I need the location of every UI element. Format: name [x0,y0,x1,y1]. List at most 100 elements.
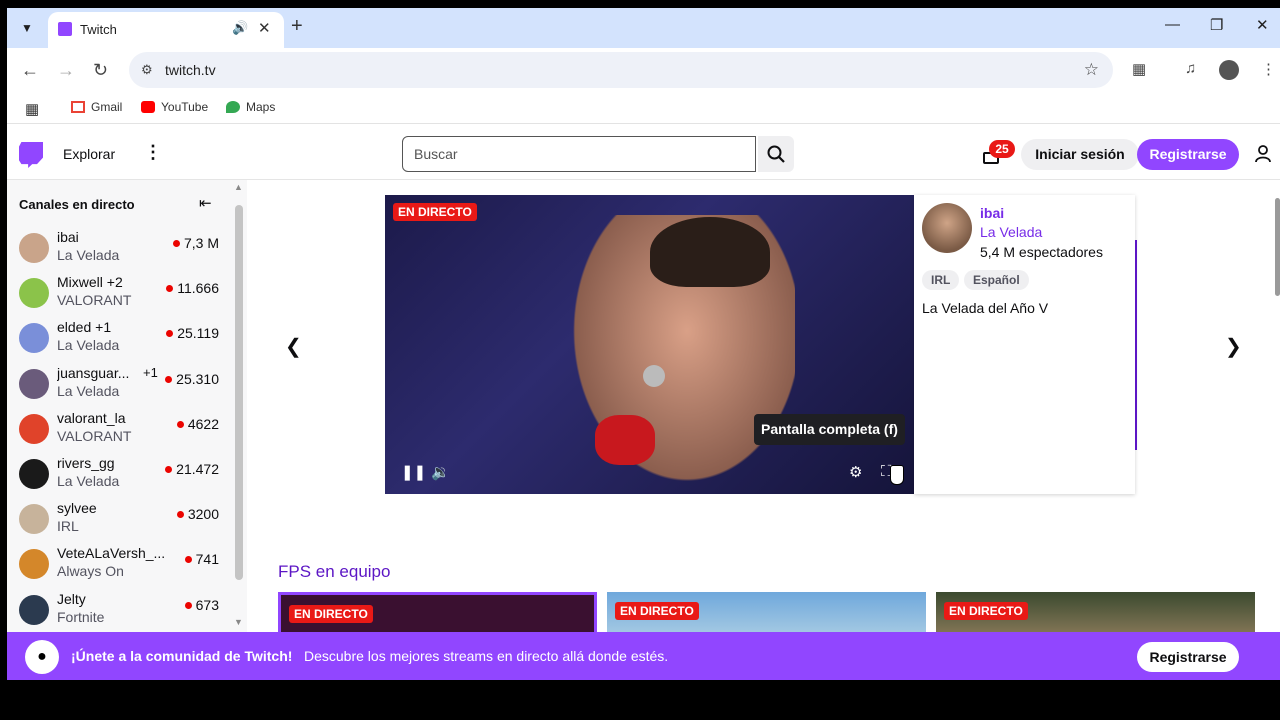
viewer-count: 4622 [187,415,219,432]
bookmark-gmail[interactable]: Gmail [71,100,122,114]
live-badge: EN DIRECTO [944,602,1028,620]
channel-item[interactable]: Jelty Fortnite 673 [7,589,233,632]
restore-icon[interactable]: ❐ [1210,16,1223,34]
channel-item[interactable]: ibai La Velada 7,3 M [7,227,233,272]
channel-item[interactable]: valorant_la VALORANT 4622 [7,408,233,453]
channel-item[interactable]: VeteALaVersh_... Always On 741 [7,543,233,588]
bookmark-label: YouTube [161,100,209,114]
profile-avatar[interactable] [1219,60,1239,80]
notification-badge: 25 [989,140,1015,158]
glitch-mascot-icon: ● [25,640,59,674]
volume-icon[interactable]: 🔉 [431,463,450,481]
reload-icon[interactable]: ↻ [93,60,108,81]
channel-item[interactable]: sylvee IRL 3200 [7,498,233,543]
new-tab-icon[interactable]: + [291,15,303,38]
viewer-count: 25.119 [177,325,219,342]
banner-title: ¡Únete a la comunidad de Twitch! [71,648,293,664]
search-button[interactable] [758,136,794,172]
scroll-down-icon[interactable]: ▼ [234,617,243,627]
sidebar-scrollbar[interactable] [235,205,243,580]
tag-irl[interactable]: IRL [922,270,960,290]
bookmark-star-icon[interactable]: ☆ [1084,60,1099,80]
viewer-count: 5,4 M espectadores [980,244,1103,260]
carousel-prev-icon[interactable]: ❮ [285,334,302,359]
channel-name[interactable]: ibai [980,205,1004,221]
tab-search-icon[interactable]: ▼ [15,16,39,40]
viewer-count: 673 [195,596,219,613]
channel-game: La Velada [57,473,120,489]
live-badge: EN DIRECTO [615,602,699,620]
channel-game: La Velada [57,247,120,263]
user-icon[interactable] [1255,145,1271,163]
channel-name: Jelty [57,590,86,607]
extensions-icon[interactable]: ▦ [1132,60,1146,78]
banner-signup-button[interactable]: Registrarse [1137,642,1239,672]
back-icon[interactable]: ← [21,60,39,81]
sidebar-header: Canales en directo [19,197,135,212]
channel-name: elded +1 [57,319,112,336]
more-options-icon[interactable]: ⋮ [144,142,162,163]
bookmarks-bar: ▦ Gmail YouTube Maps [7,92,1280,124]
site-info-icon[interactable]: ⚙ [141,62,153,78]
stream-info-card: ibai La Velada 5,4 M espectadores IRL Es… [914,195,1135,494]
tag-espanol[interactable]: Español [964,270,1029,290]
signup-button[interactable]: Registrarse [1137,139,1239,170]
viewer-count: 25.310 [176,370,219,387]
live-dot-icon [184,556,192,564]
stream-video-detail [650,217,770,287]
channel-game: VALORANT [57,427,132,444]
twitch-top-nav: Explorar ⋮ Buscar 25 Iniciar sesión Regi… [7,128,1280,180]
video-player[interactable]: EN DIRECTO Pantalla completa (f) ❚❚ 🔉 ⚙ … [385,195,914,494]
settings-gear-icon[interactable]: ⚙ [849,463,862,481]
browser-window: ▼ Twitch 🔊 ✕ + — ❐ ✕ ← → ↻ ⚙ twitch.tv ☆… [7,8,1280,680]
tab-twitch[interactable]: Twitch 🔊 ✕ [48,12,284,48]
media-control-icon[interactable]: ♫ [1185,60,1196,77]
browser-menu-icon[interactable]: ⋮ [1261,60,1276,78]
channel-avatar [19,323,49,354]
channel-name: ibai [57,229,79,245]
card-edge [1135,240,1137,450]
minimize-icon[interactable]: — [1165,16,1180,33]
viewer-count: 3200 [187,506,219,523]
pause-icon[interactable]: ❚❚ [401,463,426,481]
channel-item[interactable]: rivers_gg La Velada 21.472 [7,453,233,498]
section-title[interactable]: FPS en equipo [278,562,390,582]
channel-item[interactable]: elded +1 La Velada 25.119 [7,317,233,362]
channel-item[interactable]: juansguar... +1 La Velada 25.310 [7,363,233,408]
live-dot-icon [165,375,173,383]
url-text: twitch.tv [165,62,216,78]
scroll-up-icon[interactable]: ▲ [234,182,243,192]
channel-game: IRL [57,518,79,535]
speaker-icon[interactable]: 🔊 [232,20,248,36]
channel-game: VALORANT [57,292,132,309]
login-button[interactable]: Iniciar sesión [1021,139,1139,170]
fullscreen-tooltip: Pantalla completa (f) [754,414,905,445]
viewer-count: 741 [195,551,219,568]
sidebar: Canales en directo ⇤ ibai La Velada 7,3 M M… [7,180,247,632]
live-dot-icon [176,420,184,428]
banner-text: Descubre los mejores streams en directo … [304,648,669,664]
bookmark-maps[interactable]: Maps [226,100,275,114]
collapse-sidebar-icon[interactable]: ⇤ [199,194,212,212]
search-input[interactable]: Buscar [402,136,756,172]
address-bar[interactable]: ⚙ twitch.tv ☆ [129,52,1113,88]
stream-title: La Velada del Año V [922,300,1049,316]
category-link[interactable]: La Velada [980,224,1042,240]
stream-video-detail [643,365,665,387]
forward-icon[interactable]: → [57,60,75,81]
signup-banner: ● ¡Únete a la comunidad de Twitch! Descu… [7,632,1280,680]
channel-avatar [19,368,49,399]
twitch-logo-icon[interactable] [19,142,43,168]
apps-grid-icon[interactable]: ▦ [25,100,39,118]
channel-item[interactable]: Mixwell +2 VALORANT 11.666 [7,272,233,317]
page-scrollbar[interactable] [1275,198,1280,296]
close-tab-icon[interactable]: ✕ [258,19,271,37]
window-close-icon[interactable]: ✕ [1256,16,1269,34]
channel-game: La Velada [57,337,120,354]
carousel-next-icon[interactable]: ❯ [1225,334,1242,359]
viewer-count: 7,3 M [183,235,219,251]
channel-avatar[interactable] [922,203,972,253]
channel-extra: +1 [143,364,158,380]
bookmark-youtube[interactable]: YouTube [141,100,208,114]
explore-link[interactable]: Explorar [63,146,115,162]
